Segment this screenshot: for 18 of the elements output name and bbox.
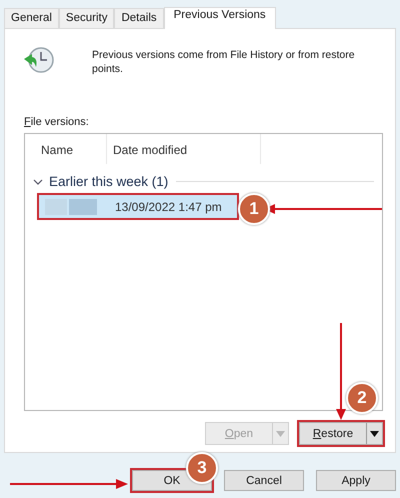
- split-button[interactable]: Restore: [299, 422, 383, 445]
- dialog-button[interactable]: Cancel: [224, 470, 304, 491]
- chevron-icon[interactable]: [33, 178, 43, 186]
- column-header[interactable]: Name: [25, 134, 107, 164]
- tab[interactable]: Previous Versions: [164, 7, 276, 29]
- blurred-name: [45, 198, 97, 214]
- tab[interactable]: Security: [58, 8, 114, 28]
- file-versions-label: File versions:: [24, 116, 89, 128]
- tab[interactable]: Details: [114, 8, 164, 28]
- dialog-button[interactable]: Apply: [316, 470, 396, 491]
- caret-icon[interactable]: [370, 430, 379, 436]
- version-row[interactable]: 13/09/2022 1:47 pm: [39, 195, 237, 218]
- clock-restore-icon: [22, 45, 56, 75]
- step-badge: 3: [186, 452, 218, 484]
- column-header[interactable]: Date modified: [107, 134, 261, 164]
- tab[interactable]: General: [4, 8, 59, 28]
- description-text: Previous versions come from File History or from restore points.: [92, 48, 356, 76]
- group-label: Earlier this week (1): [49, 174, 168, 189]
